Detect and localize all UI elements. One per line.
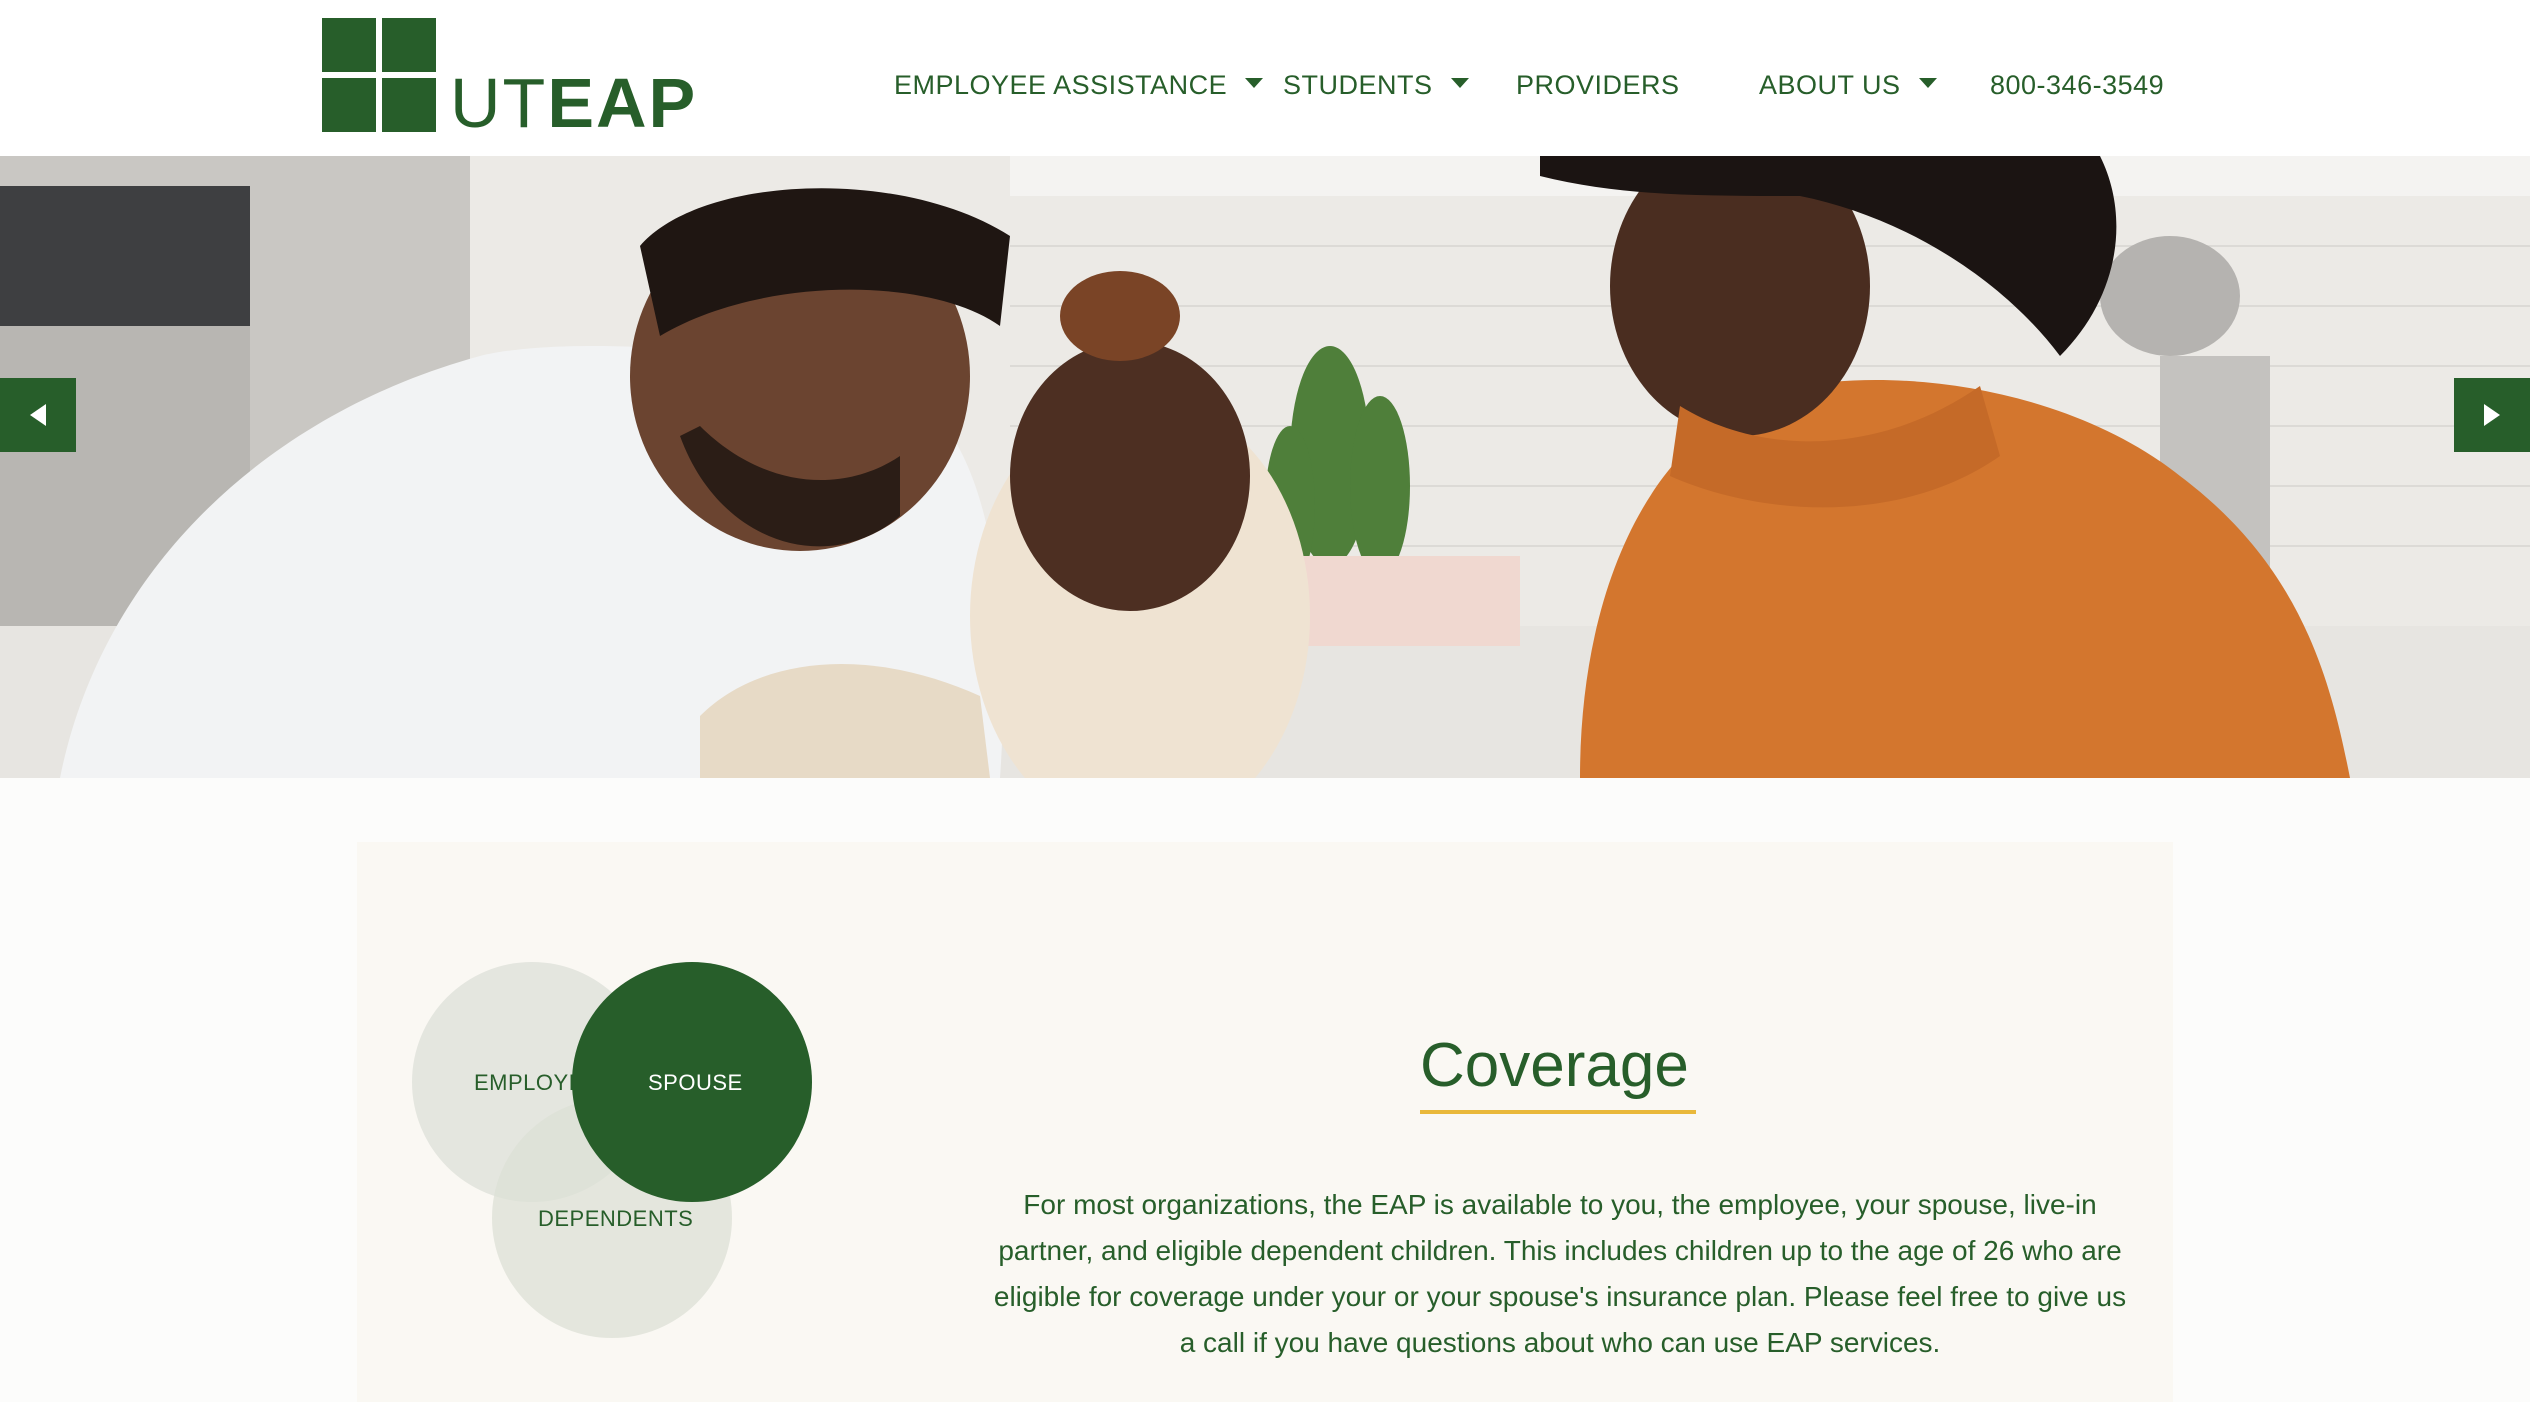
caret-down-icon bbox=[1245, 77, 1264, 88]
nav-about-us[interactable]: ABOUT US bbox=[1759, 70, 1937, 101]
hero-family-photo bbox=[0, 156, 2530, 778]
nav-item-label: PROVIDERS bbox=[1516, 70, 1680, 100]
carousel-prev-button[interactable] bbox=[0, 378, 76, 452]
chevron-left-icon bbox=[30, 404, 46, 426]
nav-employee-assistance[interactable]: EMPLOYEE ASSISTANCE bbox=[894, 70, 1264, 101]
nav-item-label: ABOUT US bbox=[1759, 70, 1901, 100]
venn-dependents-label: DEPENDENTS bbox=[538, 1206, 694, 1231]
title-underline bbox=[1420, 1110, 1696, 1114]
caret-down-icon bbox=[1450, 77, 1469, 88]
nav-item-label: STUDENTS bbox=[1283, 70, 1433, 100]
nav-students[interactable]: STUDENTS bbox=[1283, 70, 1469, 101]
coverage-description: For most organizations, the EAP is avail… bbox=[993, 1189, 2127, 1358]
venn-spouse-label: SPOUSE bbox=[648, 1070, 743, 1095]
nav-item-label: EMPLOYEE ASSISTANCE bbox=[894, 70, 1228, 100]
nav-phone-link[interactable]: 800-346-3549 bbox=[1990, 70, 2164, 101]
main-nav: EMPLOYEE ASSISTANCE STUDENTS PROVIDERS A… bbox=[0, 70, 2530, 116]
hero-carousel bbox=[0, 156, 2530, 778]
caret-down-icon bbox=[1918, 77, 1937, 88]
nav-providers[interactable]: PROVIDERS bbox=[1516, 70, 1680, 101]
site-header: UTEAP EMPLOYEE ASSISTANCE STUDENTS PROVI… bbox=[0, 0, 2530, 156]
chevron-right-icon bbox=[2484, 404, 2500, 426]
coverage-title: Coverage bbox=[1420, 1031, 1689, 1100]
coverage-venn-diagram: EMPLOYEE DEPENDENTS SPOUSE bbox=[412, 962, 812, 1342]
venn-spouse-circle: SPOUSE bbox=[572, 962, 812, 1202]
carousel-next-button[interactable] bbox=[2454, 378, 2530, 452]
